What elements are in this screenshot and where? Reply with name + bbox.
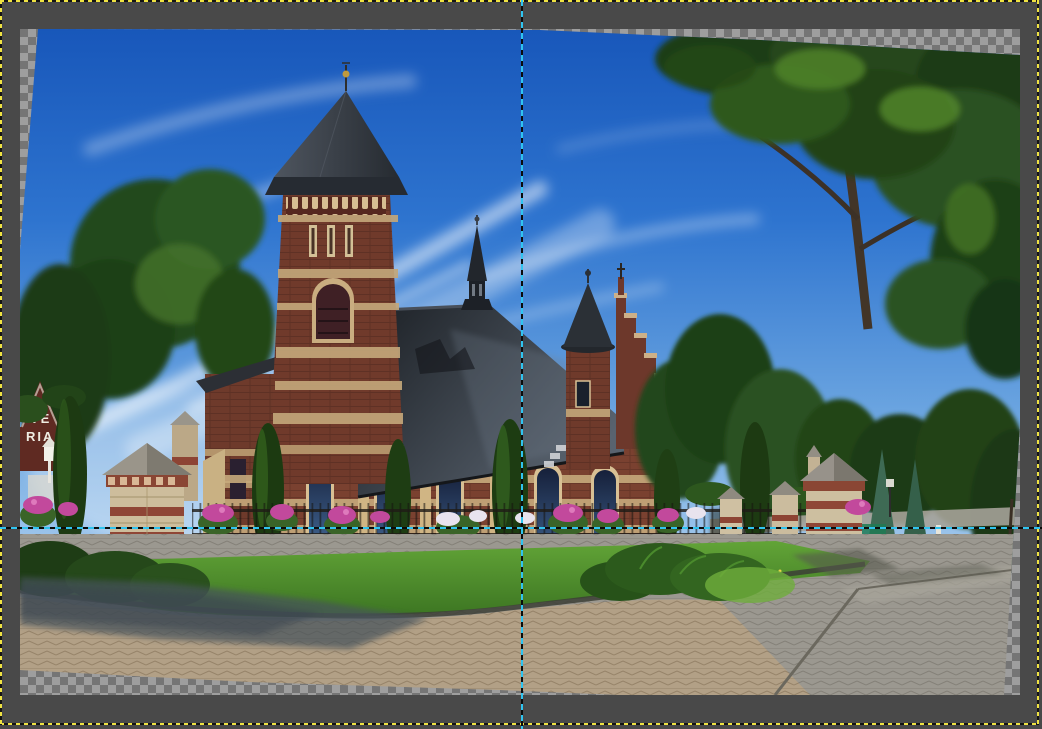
tower-arched-window <box>312 278 354 343</box>
layer-boundary-left <box>0 0 2 725</box>
church-photo-layer[interactable]: VE RIA <box>20 29 1020 695</box>
image-canvas[interactable]: VE RIA <box>20 29 1020 695</box>
layer-boundary-top <box>0 0 1039 2</box>
layer-boundary-bottom <box>0 723 1039 725</box>
layer-boundary-right <box>1037 0 1039 725</box>
vertical-guide[interactable] <box>521 0 523 729</box>
tower-slit-windows <box>309 225 353 257</box>
editor-canvas-viewport: VE RIA <box>0 0 1042 729</box>
horizontal-guide[interactable] <box>0 527 1042 529</box>
